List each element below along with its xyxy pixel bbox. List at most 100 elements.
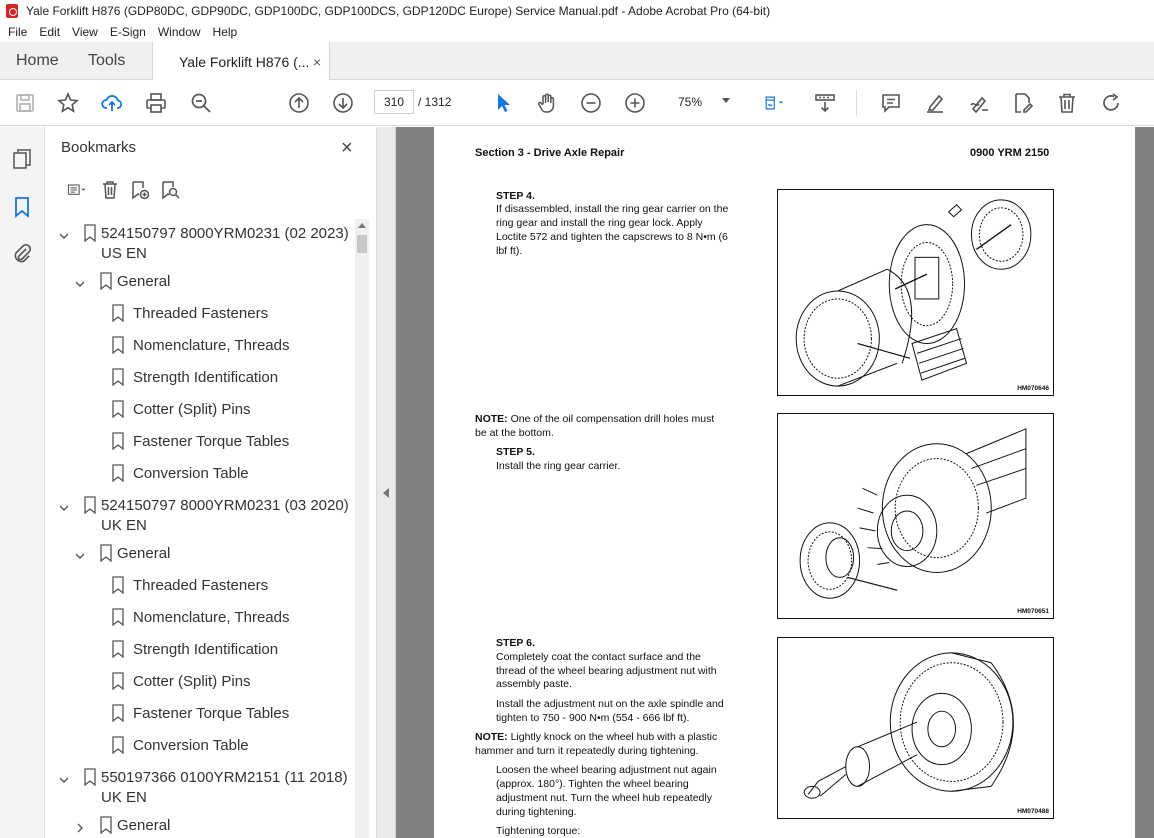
tab-document-label: Yale Forklift H876 (... bbox=[179, 53, 310, 70]
bookmark-icon bbox=[111, 336, 125, 355]
page-number-input[interactable]: 310 bbox=[374, 90, 414, 114]
bookmark-item[interactable]: Fastener Torque Tables bbox=[45, 427, 355, 459]
previous-page-icon[interactable] bbox=[287, 91, 311, 115]
step4-line3: Loctite 572 and tighten the capscrews to… bbox=[496, 231, 728, 243]
window-title: Yale Forklift H876 (GDP80DC, GDP90DC, GD… bbox=[26, 4, 771, 18]
tab-tools[interactable]: Tools bbox=[72, 42, 152, 79]
note1-label: NOTE: bbox=[475, 413, 508, 425]
bookmark-panel-icon[interactable] bbox=[10, 195, 34, 219]
new-bookmark-icon[interactable] bbox=[125, 178, 155, 202]
note2-text1: Lightly knock on the wheel hub with a pl… bbox=[510, 731, 718, 743]
step6-line1: Completely coat the contact surface and … bbox=[496, 651, 701, 663]
pages-thumbnail-icon[interactable] bbox=[10, 147, 34, 171]
document-view[interactable]: Section 3 - Drive Axle Repair 0900 YRM 2… bbox=[396, 127, 1154, 838]
figure1-caption: HM070646 bbox=[1017, 385, 1049, 392]
edit-pdf-icon[interactable] bbox=[1011, 91, 1035, 115]
bookmark-item[interactable]: Nomenclature, Threads bbox=[45, 331, 355, 363]
menu-esign[interactable]: E-Sign bbox=[110, 25, 146, 39]
bookmark-item[interactable]: Cotter (Split) Pins bbox=[45, 667, 355, 699]
bookmark-search-icon[interactable] bbox=[155, 178, 185, 202]
collapse-panel-icon[interactable] bbox=[383, 488, 389, 498]
chevron-down-icon[interactable] bbox=[59, 228, 69, 239]
close-tab-icon[interactable]: × bbox=[313, 54, 321, 70]
step6-line5: tighten to 750 - 900 N•m (554 - 666 lbf … bbox=[496, 712, 690, 724]
zoom-out-icon[interactable] bbox=[579, 91, 603, 115]
bookmark-icon bbox=[111, 432, 125, 451]
bookmark-item[interactable]: Conversion Table bbox=[45, 459, 355, 491]
save-icon[interactable] bbox=[13, 91, 37, 115]
menu-view[interactable]: View bbox=[72, 25, 98, 39]
sign-pen-icon[interactable] bbox=[967, 91, 991, 115]
tab-document[interactable]: Yale Forklift H876 (... × bbox=[152, 42, 330, 81]
bookmark-item[interactable]: 550197366 0100YRM2151 (11 2018) UK EN bbox=[45, 763, 355, 811]
cloud-upload-icon[interactable] bbox=[100, 91, 124, 115]
bookmark-item[interactable]: General bbox=[45, 539, 355, 571]
loosen-line1: Loosen the wheel bearing adjustment nut … bbox=[496, 764, 717, 776]
scroll-thumb[interactable] bbox=[357, 235, 367, 253]
highlight-pen-icon[interactable] bbox=[923, 91, 947, 115]
attachment-paperclip-icon[interactable] bbox=[10, 241, 34, 265]
scroll-up-arrow-icon[interactable] bbox=[358, 223, 366, 228]
menu-bar: File Edit View E-Sign Window Help bbox=[0, 22, 1154, 42]
zoom-in-icon[interactable] bbox=[623, 91, 647, 115]
bookmark-tree: 524150797 8000YRM0231 (02 2023) US EN Gen… bbox=[45, 219, 355, 838]
bookmark-item[interactable]: General bbox=[45, 267, 355, 299]
zoom-level-dropdown[interactable]: 75% bbox=[664, 90, 740, 114]
chevron-right-icon[interactable] bbox=[75, 820, 85, 833]
scroll-mode-icon[interactable] bbox=[813, 91, 837, 115]
bookmark-item[interactable]: 524150797 8000YRM0231 (03 2020) UK EN bbox=[45, 491, 355, 539]
bookmark-icon bbox=[111, 704, 125, 723]
step4-line2: ring gear and install the ring gear lock… bbox=[496, 217, 703, 229]
close-icon[interactable]: × bbox=[341, 137, 353, 160]
zoom-search-icon[interactable] bbox=[189, 91, 213, 115]
comment-icon[interactable] bbox=[879, 91, 903, 115]
bookmark-label: Threaded Fasteners bbox=[133, 577, 269, 594]
note1-text1: One of the oil compensation drill holes … bbox=[510, 413, 715, 425]
bookmark-label: Conversion Table bbox=[133, 737, 249, 754]
bookmark-label: 524150797 8000YRM0231 (03 2020) UK EN bbox=[101, 497, 349, 534]
bookmark-label: Strength Identification bbox=[133, 369, 279, 386]
rotate-icon[interactable] bbox=[1099, 91, 1123, 115]
menu-file[interactable]: File bbox=[8, 25, 27, 39]
chevron-down-icon[interactable] bbox=[75, 276, 85, 287]
bookmark-item[interactable]: Cotter (Split) Pins bbox=[45, 395, 355, 427]
left-rail bbox=[0, 127, 45, 838]
bookmark-item[interactable]: Strength Identification bbox=[45, 363, 355, 395]
bookmark-item[interactable]: Threaded Fasteners bbox=[45, 571, 355, 603]
menu-window[interactable]: Window bbox=[158, 25, 201, 39]
fit-page-icon[interactable] bbox=[758, 91, 792, 115]
bookmark-label: Nomenclature, Threads bbox=[133, 337, 290, 354]
bookmark-item[interactable]: Fastener Torque Tables bbox=[45, 699, 355, 731]
bookmark-options-icon[interactable] bbox=[59, 178, 95, 202]
chevron-down-icon[interactable] bbox=[75, 548, 85, 559]
bookmarks-toolbar bbox=[59, 177, 185, 203]
delete-bookmark-icon[interactable] bbox=[95, 178, 125, 202]
bookmark-icon bbox=[111, 304, 125, 323]
chevron-down-icon[interactable] bbox=[59, 500, 69, 511]
loosen-line3: adjustment nut. Turn the wheel hub repea… bbox=[496, 792, 712, 804]
figure2-caption: HM070651 bbox=[1017, 608, 1049, 615]
bookmarks-scrollbar[interactable] bbox=[355, 219, 369, 838]
note2-line1: NOTE: Lightly knock on the wheel hub wit… bbox=[475, 730, 717, 744]
delete-trash-icon[interactable] bbox=[1055, 91, 1079, 115]
panel-splitter[interactable] bbox=[377, 127, 396, 838]
select-cursor-icon[interactable] bbox=[491, 91, 515, 115]
hand-tool-icon[interactable] bbox=[535, 91, 559, 115]
step6-line2: thread of the wheel bearing adjustment n… bbox=[496, 665, 717, 677]
next-page-icon[interactable] bbox=[331, 91, 355, 115]
bookmark-item[interactable]: Conversion Table bbox=[45, 731, 355, 763]
tab-home[interactable]: Home bbox=[0, 42, 72, 79]
bookmark-item[interactable]: Threaded Fasteners bbox=[45, 299, 355, 331]
bookmark-item[interactable]: Strength Identification bbox=[45, 635, 355, 667]
bookmark-icon bbox=[83, 496, 97, 515]
page-header-section: Section 3 - Drive Axle Repair bbox=[475, 147, 625, 159]
bookmark-item[interactable]: General bbox=[45, 811, 355, 838]
menu-help[interactable]: Help bbox=[213, 25, 238, 39]
print-icon[interactable] bbox=[144, 91, 168, 115]
star-icon[interactable] bbox=[56, 91, 80, 115]
main-toolbar: 310 / 1312 75% bbox=[0, 80, 1154, 126]
bookmark-item[interactable]: Nomenclature, Threads bbox=[45, 603, 355, 635]
bookmark-item[interactable]: 524150797 8000YRM0231 (02 2023) US EN bbox=[45, 219, 355, 267]
chevron-down-icon[interactable] bbox=[59, 772, 69, 783]
menu-edit[interactable]: Edit bbox=[39, 25, 60, 39]
